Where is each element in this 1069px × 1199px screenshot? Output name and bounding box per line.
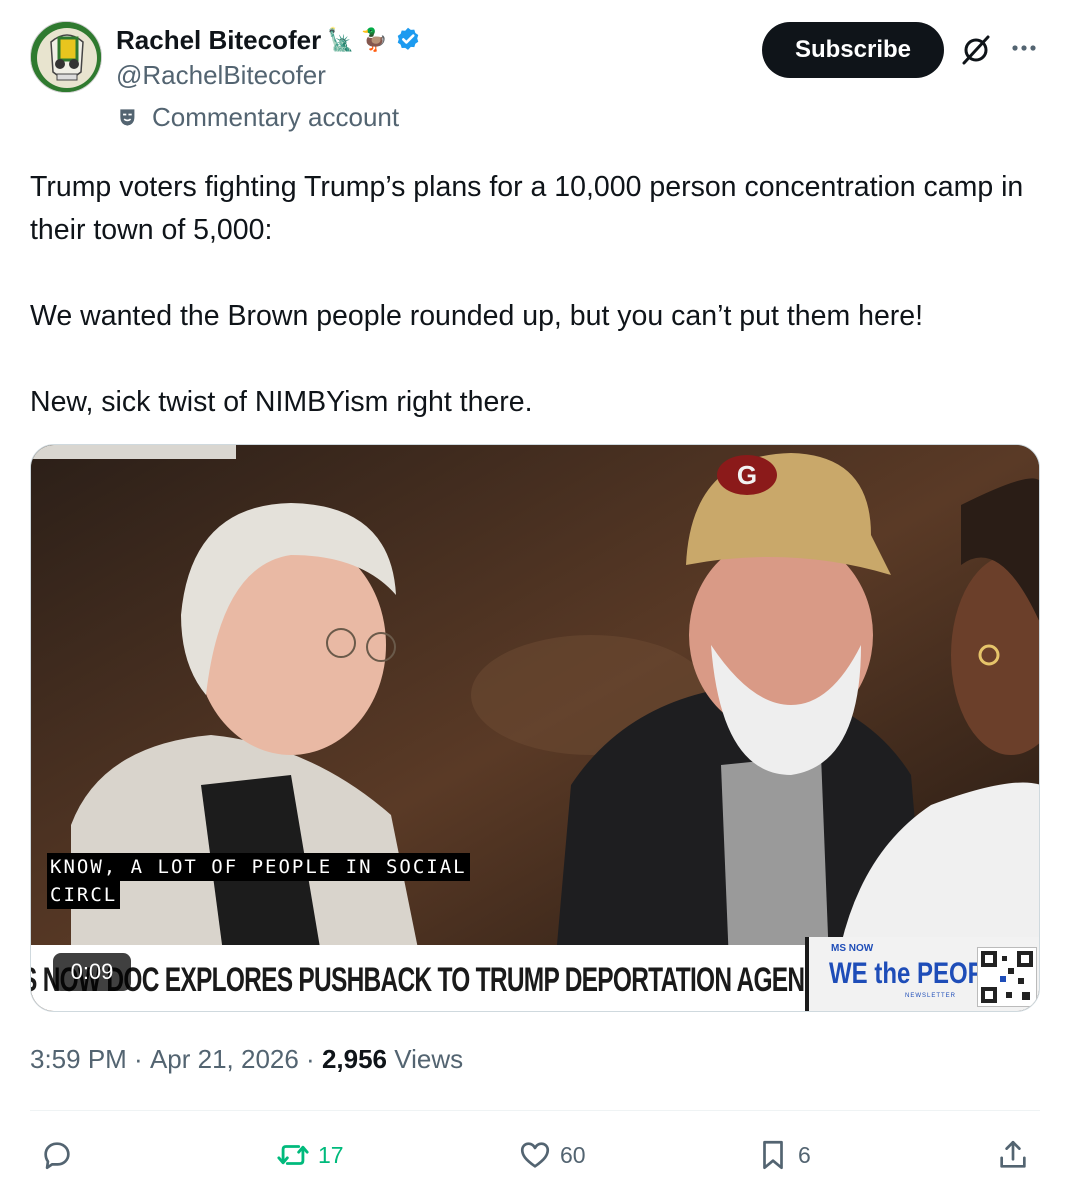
statue-of-liberty-emoji: 🗽 — [327, 27, 355, 52]
meta-separator: · — [126, 1044, 150, 1074]
duck-emoji: 🦆 — [360, 27, 388, 52]
like-count: 60 — [560, 1141, 586, 1168]
qr-code-icon — [977, 947, 1037, 1007]
author-name-row[interactable]: Rachel Bitecofer 🗽 🦆 — [116, 22, 422, 58]
more-options-icon[interactable] — [1006, 30, 1042, 66]
author-handle[interactable]: @RachelBitecofer — [116, 60, 326, 91]
news-chyron: S NOW DOC EXPLORES PUSHBACK TO TRUMP DEP… — [31, 945, 811, 1011]
avatar[interactable] — [30, 21, 102, 93]
divider — [30, 1110, 1040, 1111]
closed-caption: KNOW, A LOT OF PEOPLE IN SOCIAL CIRCL — [47, 853, 470, 909]
tweet-paragraph: Trump voters fighting Trump’s plans for … — [30, 171, 1024, 246]
views-count: 2,956 — [321, 1044, 388, 1074]
meta-separator: · — [298, 1044, 322, 1074]
bookmark-button[interactable]: 6 — [756, 1134, 811, 1176]
tweet-text: Trump voters fighting Trump’s plans for … — [30, 166, 1040, 467]
share-icon — [1000, 1140, 1026, 1168]
commentary-account-label[interactable]: Commentary account — [116, 102, 399, 133]
tweet-time[interactable]: 3:59 PM — [30, 1044, 127, 1075]
promo-network: MS NOW — [831, 943, 874, 954]
svg-text:G: G — [737, 460, 757, 490]
reply-button[interactable] — [40, 1134, 82, 1176]
video-duration: 0:09 — [53, 953, 131, 991]
promo-subtitle: NEWSLETTER — [905, 993, 957, 999]
subscribe-button[interactable]: Subscribe — [762, 22, 944, 78]
author-display-name[interactable]: Rachel Bitecofer — [116, 25, 321, 56]
heart-icon — [520, 1142, 550, 1168]
video-frame-image: G — [31, 445, 1039, 1011]
bookmark-count: 6 — [798, 1141, 811, 1168]
grok-icon[interactable] — [958, 32, 994, 68]
theater-masks-icon — [120, 108, 135, 126]
tweet-paragraph: We wanted the Brown people rounded up, b… — [30, 300, 924, 332]
bookmark-icon — [763, 1140, 783, 1170]
share-button[interactable] — [996, 1134, 1030, 1176]
repost-count: 17 — [318, 1141, 344, 1168]
commentary-account-text: Commentary account — [152, 102, 400, 132]
caption-line-1: KNOW, A LOT OF PEOPLE IN SOCIAL — [47, 853, 470, 881]
tweet-paragraph: New, sick twist of NIMBYism right there. — [30, 386, 533, 418]
caption-line-2: CIRCL — [47, 881, 121, 909]
chyron-text: S NOW DOC EXPLORES PUSHBACK TO TRUMP DEP… — [31, 961, 811, 999]
views-label: Views — [387, 1044, 464, 1074]
verified-badge-icon[interactable] — [394, 26, 422, 54]
reply-icon — [44, 1142, 70, 1170]
tweet-date[interactable]: Apr 21, 2026 — [150, 1044, 299, 1075]
repost-icon — [277, 1145, 309, 1165]
video-player[interactable]: G KNOW, A LOT OF PEOPLE IN SOCIAL CIRCL … — [30, 444, 1040, 1012]
like-button[interactable]: 60 — [518, 1134, 586, 1176]
promo-box: MS NOW WE the PEOPLE NEWSLETTER — [805, 937, 1039, 1011]
repost-button[interactable]: 17 — [276, 1134, 344, 1176]
tweet-meta: 3:59 PM · Apr 21, 2026 · 2,956 Views — [30, 1044, 463, 1075]
